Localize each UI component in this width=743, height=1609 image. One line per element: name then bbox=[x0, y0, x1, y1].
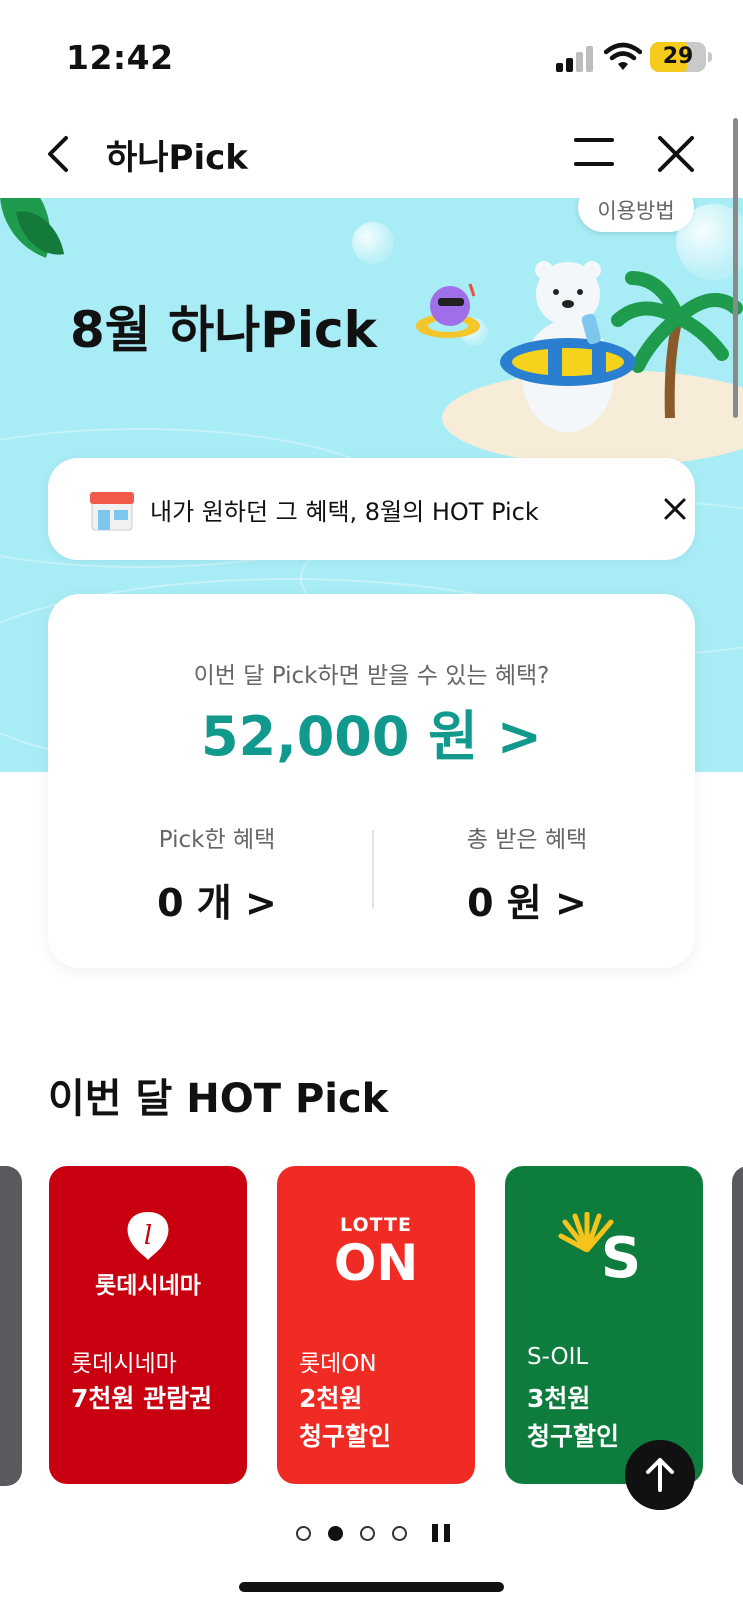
page-dot-active[interactable] bbox=[328, 1526, 343, 1541]
card-brand: 롯데ON bbox=[299, 1351, 377, 1377]
notice-text: 내가 원하던 그 혜택, 8월의 HOT Pick bbox=[150, 498, 539, 526]
card-brand: S-OIL bbox=[527, 1344, 589, 1370]
benefit-amount-link[interactable]: 52,000 원 > bbox=[48, 692, 695, 771]
lotte-cinema-logo: l 롯데시네마 bbox=[49, 1208, 247, 1308]
hot-pick-card-s-oil[interactable]: S S-OIL 3천원 청구할인 bbox=[505, 1166, 703, 1484]
card-benefit: 2천원 청구할인 bbox=[299, 1384, 392, 1451]
status-bar: 12:42 29 bbox=[0, 0, 743, 110]
hot-pick-card-lotte-cinema[interactable]: l 롯데시네마 롯데시네마 7천원 관람권 bbox=[49, 1166, 247, 1484]
benefit-summary-card: 이번 달 Pick하면 받을 수 있는 혜택? 52,000 원 > Pick한… bbox=[48, 594, 695, 968]
notice-banner[interactable]: 내가 원하던 그 혜택, 8월의 HOT Pick bbox=[48, 458, 695, 560]
close-icon[interactable] bbox=[654, 128, 698, 176]
battery-icon: 29 bbox=[650, 42, 712, 72]
chevron-left-icon[interactable] bbox=[40, 130, 80, 178]
carousel-pagination bbox=[296, 1524, 466, 1546]
cellular-signal-icon bbox=[556, 46, 594, 72]
status-time: 12:42 bbox=[66, 38, 174, 77]
close-icon[interactable] bbox=[660, 494, 690, 524]
battery-level: 29 bbox=[662, 44, 694, 69]
next-card-peek[interactable] bbox=[732, 1166, 743, 1486]
nav-bar: 하나Pick bbox=[0, 110, 743, 198]
picked-benefit-value: 0 개 > bbox=[157, 881, 277, 925]
card-brand: 롯데시네마 bbox=[71, 1351, 177, 1377]
lotte-on-logo: LOTTE ON bbox=[333, 1214, 419, 1292]
menu-icon[interactable] bbox=[574, 132, 618, 172]
hero-title: 8월 하나Pick bbox=[70, 301, 377, 359]
picked-benefit-label: Pick한 혜택 bbox=[158, 827, 276, 853]
divider bbox=[372, 830, 374, 908]
page-dot[interactable] bbox=[360, 1526, 375, 1541]
s-oil-logo: S bbox=[505, 1208, 703, 1308]
card-benefit: 7천원 관람권 bbox=[71, 1384, 213, 1413]
picked-benefit-stat[interactable]: Pick한 혜택 0 개 > bbox=[92, 820, 342, 927]
hot-pick-carousel[interactable]: l 롯데시네마 롯데시네마 7천원 관람권 LOTTE ON 롯데ON 2천원 … bbox=[0, 1166, 743, 1486]
page-dot[interactable] bbox=[296, 1526, 311, 1541]
received-benefit-stat[interactable]: 총 받은 혜택 0 원 > bbox=[402, 820, 652, 927]
previous-card-peek[interactable] bbox=[0, 1166, 22, 1486]
arrow-up-icon[interactable] bbox=[625, 1440, 695, 1510]
benefit-question: 이번 달 Pick하면 받을 수 있는 혜택? bbox=[193, 663, 550, 689]
hot-pick-card-lotte-on[interactable]: LOTTE ON 롯데ON 2천원 청구할인 bbox=[277, 1166, 475, 1484]
page-dot[interactable] bbox=[392, 1526, 407, 1541]
wifi-icon bbox=[604, 42, 642, 70]
scrollbar[interactable] bbox=[733, 118, 738, 418]
received-benefit-label: 총 받은 혜택 bbox=[466, 827, 588, 853]
shop-icon bbox=[90, 492, 134, 531]
home-indicator bbox=[239, 1582, 504, 1592]
section-title-hot-pick: 이번 달 HOT Pick bbox=[48, 1076, 389, 1122]
pause-icon[interactable] bbox=[430, 1524, 454, 1544]
polar-bear-island-illustration bbox=[442, 261, 743, 466]
svg-text:l: l bbox=[144, 1221, 152, 1251]
received-benefit-value: 0 원 > bbox=[467, 881, 587, 925]
page-title: 하나Pick bbox=[106, 138, 248, 178]
usage-guide-button[interactable]: 이용방법 bbox=[578, 198, 694, 232]
